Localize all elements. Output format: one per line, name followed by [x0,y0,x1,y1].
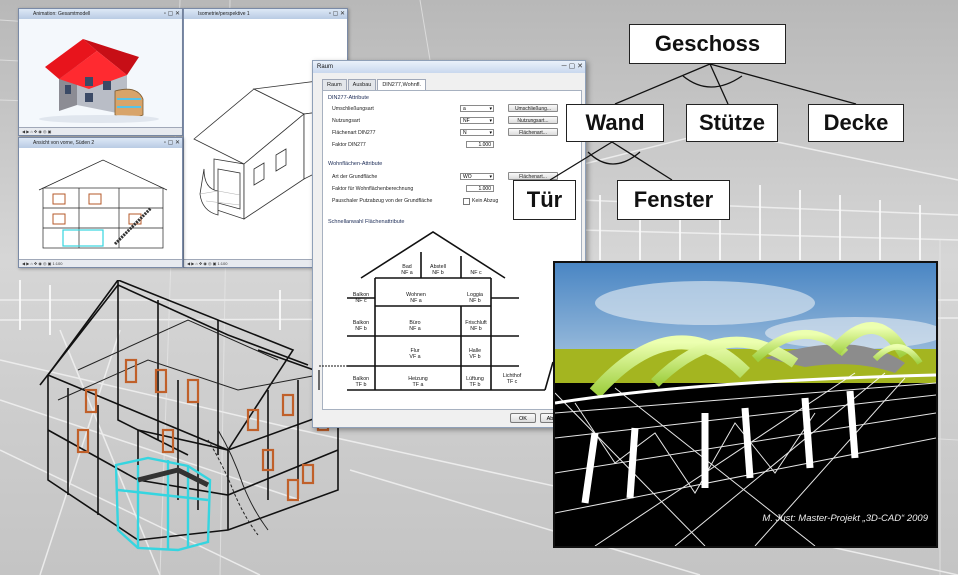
viewport-status-bar: ◀ ▶ ⌂ ✥ ◉ ◎ ▣ 1:100 [19,259,182,267]
nutzungsart-button[interactable]: Nutzungsart... [508,116,558,124]
bridge-render [555,263,936,546]
node-decke: Decke [808,104,904,142]
dialog-title: Raum [313,61,585,73]
viewport-title: Ansicht von vorne, Süden 2 [19,138,182,148]
area-label[interactable]: Lichthof TF c [497,373,527,385]
row-label: Flächenart DIN277 [332,130,376,136]
node-stuetze: Stütze [686,104,778,142]
umschliessungsart-select[interactable]: a [460,105,494,113]
row-label: Art der Grundfläche [332,174,378,180]
window-controls-icon[interactable]: ▫ ▢ ✕ [329,10,345,18]
row-label: Umschließungsart [332,106,374,112]
node-wand: Wand [566,104,664,142]
area-label[interactable]: Heizung TF a [395,376,441,388]
area-label[interactable]: Abstell NF b [425,264,451,276]
kein-abzug-checkbox[interactable] [463,198,470,205]
area-label[interactable]: Bad NF a [397,264,417,276]
viewport-title: Isometrie/perspektive 1 [184,9,347,19]
viewport-animation[interactable]: Animation: Gesamtmodell ▫ ▢ ✕ ◀ ▶ ⌂ ✥ ◉ … [18,8,183,136]
scale-readout: 1:100 [52,261,63,266]
area-label[interactable]: NF c [465,270,487,276]
tab-raum[interactable]: Raum [322,79,347,90]
house-section-lines [318,231,554,391]
tab-ausbau[interactable]: Ausbau [347,79,377,90]
area-label[interactable]: Balkon NF b [349,320,373,332]
scale-readout: 1:100 [217,261,228,266]
window-controls-icon[interactable]: ─ ▢ ✕ [562,62,583,72]
area-label[interactable]: Loggia NF b [463,292,487,304]
ok-button[interactable]: OK [510,413,536,423]
node-fenster: Fenster [617,180,730,220]
section-schnellanwahl: Schnellanwahl Flächenattribute [328,219,405,225]
grundflaeche-button[interactable]: Flächenart... [508,172,558,180]
faktor-wohnflaeche-input[interactable]: 1.000 [466,185,494,192]
flaechenart-button[interactable]: Flächenart... [508,128,558,136]
area-label[interactable]: Büro NF a [395,320,435,332]
viewport-front-elevation[interactable]: Ansicht von vorne, Süden 2 ▫ ▢ ✕ ◀ ▶ ⌂ ✥… [18,137,183,268]
tab-din277-wohnfl[interactable]: DIN277,Wohnfl. [377,79,427,90]
row-label: Nutzungsart [332,118,360,124]
dialog-tabs: Raum Ausbau DIN277,Wohnfl. [322,79,427,90]
area-label[interactable]: Halle VF b [463,348,487,360]
area-label[interactable]: Flur VF a [395,348,435,360]
grundflaeche-select[interactable]: WO [460,173,494,181]
viewport-status-bar: ◀ ▶ ⌂ ✥ ◉ ◎ ▣ [19,127,182,135]
faktor-din277-input[interactable]: 1.000 [466,141,494,148]
section-wohnflaechen: Wohnflächen-Attribute [328,161,383,167]
node-geschoss: Geschoss [629,24,786,64]
window-controls-icon[interactable]: ▫ ▢ ✕ [164,139,180,147]
area-label[interactable]: Lüftung TF b [463,376,487,388]
flaechenart-select[interactable]: N [460,129,494,137]
area-label[interactable]: Frischluft NF b [463,320,489,332]
area-label[interactable]: Balkon TF b [349,376,373,388]
row-label: Pauschaler Putzabzug von der Grundfläche [332,198,433,204]
house-3d-render [39,39,159,123]
area-label[interactable]: Wohnen NF a [393,292,439,304]
house-wireframe-model [39,280,339,552]
area-attributes-house-diagram[interactable]: Bad NF a Abstell NF b NF c Balkon NF c Wohn… [313,230,583,400]
row-label: Faktor DIN277 [332,142,366,148]
nutzungsart-select[interactable]: NF [460,117,494,125]
window-controls-icon[interactable]: ▫ ▢ ✕ [164,10,180,18]
house-section-drawing [38,159,168,249]
bridge-render-image: M. Just: Master-Projekt „3D-CAD“ 2009 [553,261,938,548]
area-label[interactable]: Balkon NF c [349,292,373,304]
kein-abzug-label: Kein Abzug [472,198,499,204]
umschliessung-button[interactable]: Umschließung... [508,104,558,112]
photo-credit: M. Just: Master-Projekt „3D-CAD“ 2009 [762,513,928,524]
row-label: Faktor für Wohnflächenberechnung [332,186,414,192]
node-tuer: Tür [513,180,576,220]
viewport-title: Animation: Gesamtmodell [19,9,182,19]
section-din277: DIN277-Attribute [328,95,369,101]
